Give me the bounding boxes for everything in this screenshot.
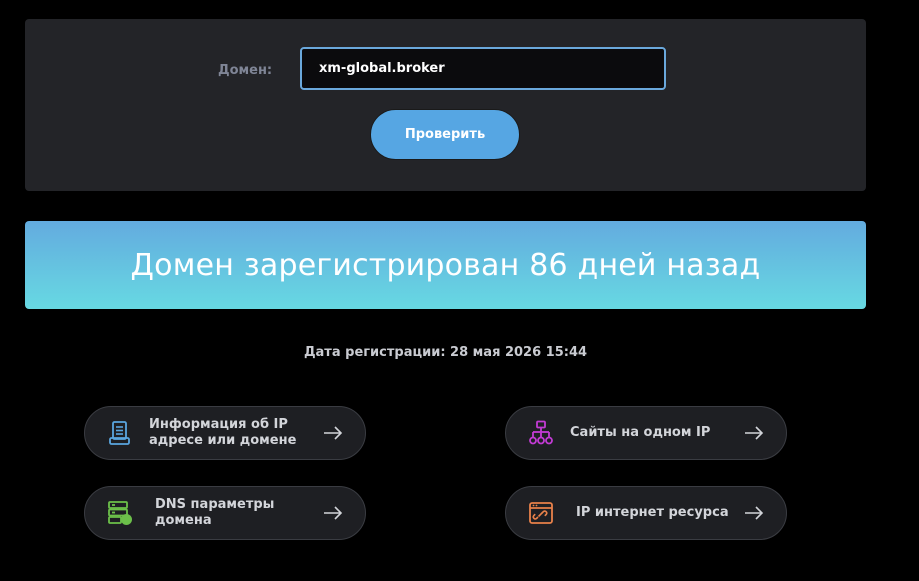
arrow-right-icon [745, 426, 764, 440]
check-button[interactable]: Проверить [370, 109, 520, 160]
search-panel: Домен: Проверить [25, 19, 866, 191]
arrow-right-icon [745, 506, 764, 520]
server-icon [108, 501, 132, 525]
ip-info-button[interactable]: Информация об IP адресе или домене [84, 406, 366, 460]
dns-params-button[interactable]: DNS параметры домена [84, 486, 366, 540]
ip-info-label: Информация об IP адресе или домене [149, 417, 297, 448]
arrow-right-icon [324, 426, 343, 440]
registration-date: Дата регистрации: 28 мая 2026 15:44 [303, 345, 588, 360]
banner-text: Домен зарегистрирован 86 дней назад [130, 247, 761, 283]
same-ip-sites-label: Сайты на одном IP [570, 425, 711, 440]
arrow-right-icon [324, 506, 343, 520]
document-icon [109, 421, 130, 445]
same-ip-sites-button[interactable]: Сайты на одном IP [505, 406, 787, 460]
ip-resource-button[interactable]: IP интернет ресурса [505, 486, 787, 540]
page: Домен: Проверить Домен зарегистрирован 8… [0, 0, 919, 581]
domain-input[interactable] [300, 47, 666, 90]
sitemap-icon [529, 420, 553, 445]
browser-link-icon [529, 502, 553, 524]
result-banner: Домен зарегистрирован 86 дней назад [25, 221, 866, 309]
domain-label: Домен: [218, 63, 273, 78]
ip-resource-label: IP интернет ресурса [576, 505, 729, 520]
dns-params-label: DNS параметры домена [155, 497, 275, 528]
